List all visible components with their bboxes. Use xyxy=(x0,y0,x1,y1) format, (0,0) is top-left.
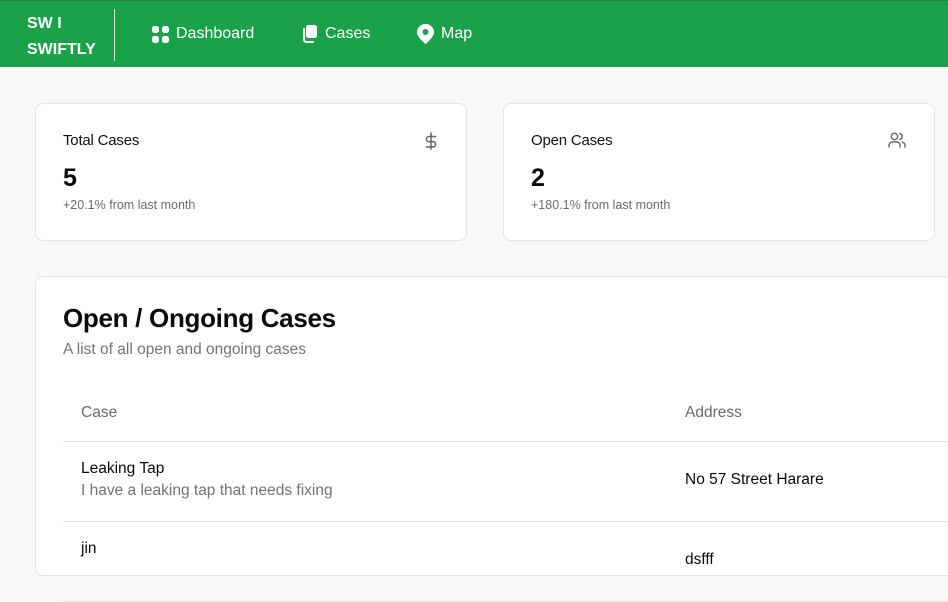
column-header-address: Address xyxy=(685,404,742,421)
dollar-icon xyxy=(424,132,438,155)
users-icon xyxy=(888,132,906,153)
dashboard-grid-icon xyxy=(152,25,169,43)
stat-change: +20.1% from last month xyxy=(63,198,196,212)
cases-title: Open / Ongoing Cases xyxy=(63,303,336,333)
cases-table: Case Address Leaking Tap I have a leakin… xyxy=(63,389,948,602)
stat-title: Total Cases xyxy=(63,132,140,149)
cases-copy-icon xyxy=(301,25,318,43)
nav-map-label: Map xyxy=(441,25,473,42)
nav-map[interactable]: Map xyxy=(417,22,472,46)
nav-cases[interactable]: Cases xyxy=(301,22,370,46)
stat-card-total-cases: Total Cases 5 +20.1% from last month xyxy=(35,103,467,241)
brand-line-1: SW I xyxy=(27,15,62,32)
stat-card-open-cases: Open Cases 2 +180.1% from last month xyxy=(503,103,935,241)
table-row[interactable]: jin dsfff xyxy=(63,522,948,602)
case-title: jin xyxy=(81,540,97,557)
case-address: dsfff xyxy=(685,551,714,568)
stat-value: 2 xyxy=(531,164,545,192)
cases-description: A list of all open and ongoing cases xyxy=(63,341,307,358)
case-description: I have a leaking tap that needs fixing xyxy=(81,482,333,499)
nav-cases-label: Cases xyxy=(325,25,371,42)
stat-title: Open Cases xyxy=(531,132,613,149)
case-title: Leaking Tap xyxy=(81,460,165,477)
table-row[interactable]: Leaking Tap I have a leaking tap that ne… xyxy=(63,442,948,522)
nav-dashboard[interactable]: Dashboard xyxy=(152,22,254,46)
open-cases-card: Open / Ongoing Cases A list of all open … xyxy=(35,276,948,602)
stat-value: 5 xyxy=(63,164,77,192)
table-header-row: Case Address xyxy=(63,389,948,442)
top-navigation-bar: SW I SWIFTLY Dashboard Cases Map xyxy=(0,0,948,67)
stat-change: +180.1% from last month xyxy=(531,198,671,212)
map-pin-icon xyxy=(417,24,434,44)
brand-line-2: SWIFTLY xyxy=(27,41,96,58)
nav-dashboard-label: Dashboard xyxy=(176,25,255,42)
brand-logo[interactable]: SW I SWIFTLY xyxy=(27,11,107,63)
case-address: No 57 Street Harare xyxy=(685,471,824,488)
column-header-case: Case xyxy=(81,404,118,421)
brand-divider xyxy=(114,9,115,61)
